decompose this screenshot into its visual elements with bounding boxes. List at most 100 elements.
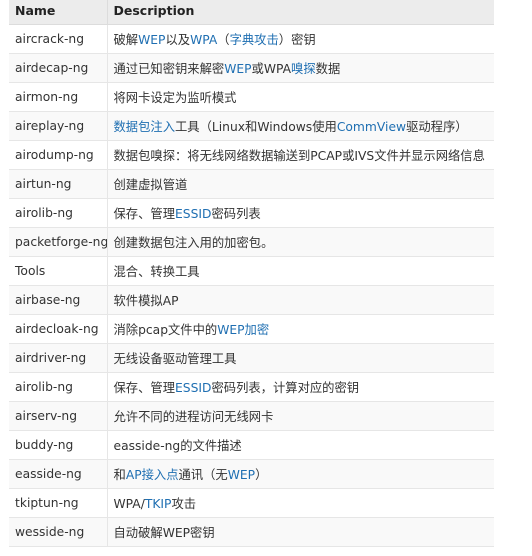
table-row: aircrack-ng 破解WEP以及WPA（字典攻击）密钥: [9, 24, 494, 54]
description-text: 驱动程序）: [406, 120, 468, 134]
table-row: easside-ng 和AP接入点通讯（无WEP）: [9, 459, 494, 489]
tool-description-cell: 保存、管理ESSID密码列表，计算对应的密钥: [106, 372, 494, 402]
description-link[interactable]: WEP: [224, 62, 251, 76]
description-link[interactable]: WEP加密: [217, 323, 269, 337]
table-row: airbase-ng 软件模拟AP: [9, 285, 494, 315]
page: Name Description aircrack-ng 破解WEP以及WPA（字…: [0, 0, 532, 552]
description-text: 密码列表，计算对应的密钥: [211, 381, 360, 395]
tools-table: Name Description aircrack-ng 破解WEP以及WPA（字…: [9, 0, 494, 547]
description-text: 保存、管理: [113, 207, 176, 221]
description-link[interactable]: WEP: [138, 33, 165, 47]
table-row: airdecloak-ng 消除pcap文件中的WEP加密: [9, 314, 494, 344]
description-text: 以及: [165, 33, 191, 47]
tool-description-cell: 和AP接入点通讯（无WEP）: [106, 459, 494, 489]
tool-name-cell: airtun-ng: [9, 169, 107, 199]
description-text: 和: [113, 468, 126, 482]
description-text: 数据包嗅探：将无线网络数据输送到PCAP或IVS文件并显示网络信息: [113, 149, 485, 163]
table-header-row: Name Description: [9, 0, 494, 25]
tool-name-cell: aircrack-ng: [9, 24, 107, 54]
table-row: airserv-ng 允许不同的进程访问无线网卡: [9, 401, 494, 431]
tool-description-cell: WPA/TKIP攻击: [106, 488, 494, 518]
tool-name-cell: airbase-ng: [9, 285, 107, 315]
description-text: 软件模拟AP: [113, 294, 179, 308]
tool-name-cell: airdecap-ng: [9, 53, 107, 83]
tool-name-cell: airdecloak-ng: [9, 314, 107, 344]
table-row: tkiptun-ng WPA/TKIP攻击: [9, 488, 494, 518]
description-text: 创建虚拟管道: [113, 178, 188, 192]
description-text: 将网卡设定为监听模式: [113, 91, 237, 105]
tool-description-cell: 消除pcap文件中的WEP加密: [106, 314, 494, 344]
tool-name-cell: easside-ng: [9, 459, 107, 489]
description-text: 破解: [113, 33, 139, 47]
table-row: airtun-ng 创建虚拟管道: [9, 169, 494, 199]
description-text: 允许不同的进程访问无线网卡: [113, 410, 274, 424]
description-link[interactable]: ESSID: [175, 381, 211, 395]
tool-name-cell: airserv-ng: [9, 401, 107, 431]
tool-description-cell: 创建虚拟管道: [106, 169, 494, 199]
description-link[interactable]: CommView: [337, 120, 406, 134]
description-link[interactable]: AP接入点: [126, 468, 179, 482]
column-header-name: Name: [9, 0, 107, 25]
tool-description-cell: 破解WEP以及WPA（字典攻击）密钥: [106, 24, 494, 54]
tool-name-cell: buddy-ng: [9, 430, 107, 460]
tool-description-cell: 数据包注入工具（Linux和Windows使用CommView驱动程序）: [106, 111, 494, 141]
table-row: packetforge-ng 创建数据包注入用的加密包。: [9, 227, 494, 257]
description-text: 创建数据包注入用的加密包。: [113, 236, 274, 250]
description-text: ）: [255, 468, 268, 482]
table-row: airodump-ng 数据包嗅探：将无线网络数据输送到PCAP或IVS文件并显示…: [9, 140, 494, 170]
description-link[interactable]: 数据包注入: [114, 120, 176, 134]
description-text: 密码列表: [211, 207, 261, 221]
tool-name-cell: Tools: [9, 256, 107, 286]
description-link[interactable]: 嗅探: [291, 62, 316, 76]
table-row: airdriver-ng 无线设备驱动管理工具: [9, 343, 494, 373]
table-row: airmon-ng 将网卡设定为监听模式: [9, 82, 494, 112]
description-link[interactable]: TKIP: [145, 497, 172, 511]
table-row: wesside-ng 自动破解WEP密钥: [9, 517, 494, 547]
tool-name-cell: airodump-ng: [9, 140, 107, 170]
tool-description-cell: easside-ng的文件描述: [106, 430, 494, 460]
description-text: 混合、转换工具: [113, 265, 200, 279]
description-text: （: [217, 33, 230, 47]
description-link[interactable]: ESSID: [175, 207, 211, 221]
table-row: Tools 混合、转换工具: [9, 256, 494, 286]
description-text: 消除pcap文件中的: [113, 323, 218, 337]
description-text: 自动破解WEP密钥: [113, 526, 215, 540]
description-text: WPA/: [113, 497, 145, 511]
description-text: easside-ng的文件描述: [113, 439, 242, 453]
tool-description-cell: 保存、管理ESSID密码列表: [106, 198, 494, 228]
tool-name-cell: airolib-ng: [9, 372, 107, 402]
table-row: buddy-ng easside-ng的文件描述: [9, 430, 494, 460]
description-text: 攻击: [171, 497, 197, 511]
description-text: 通过已知密钥来解密: [113, 62, 225, 76]
description-text: 数据: [315, 62, 341, 76]
tool-description-cell: 软件模拟AP: [106, 285, 494, 315]
tool-description-cell: 无线设备驱动管理工具: [106, 343, 494, 373]
tool-name-cell: airolib-ng: [9, 198, 107, 228]
tool-description-cell: 允许不同的进程访问无线网卡: [106, 401, 494, 431]
description-link[interactable]: WEP: [228, 468, 255, 482]
tool-name-cell: packetforge-ng: [9, 227, 107, 257]
tool-name-cell: airdriver-ng: [9, 343, 107, 373]
tool-description-cell: 自动破解WEP密钥: [106, 517, 494, 547]
tool-description-cell: 混合、转换工具: [106, 256, 494, 286]
column-header-description: Description: [106, 0, 494, 25]
tool-description-cell: 将网卡设定为监听模式: [106, 82, 494, 112]
tool-name-cell: wesside-ng: [9, 517, 107, 547]
description-text: 无线设备驱动管理工具: [113, 352, 237, 366]
description-text: 或WPA: [251, 62, 292, 76]
tool-name-cell: airmon-ng: [9, 82, 107, 112]
tool-name-cell: tkiptun-ng: [9, 488, 107, 518]
table-row: airdecap-ng 通过已知密钥来解密WEP或WPA嗅探数据: [9, 53, 494, 83]
table-row: airolib-ng 保存、管理ESSID密码列表，计算对应的密钥: [9, 372, 494, 402]
tool-description-cell: 创建数据包注入用的加密包。: [106, 227, 494, 257]
description-text: 通讯（无: [178, 468, 228, 482]
table-body: aircrack-ng 破解WEP以及WPA（字典攻击）密钥 airdecap-ng…: [9, 24, 494, 547]
tool-description-cell: 数据包嗅探：将无线网络数据输送到PCAP或IVS文件并显示网络信息: [106, 140, 494, 170]
tool-name-cell: aireplay-ng: [9, 111, 107, 141]
description-text: 保存、管理: [113, 381, 176, 395]
description-text: 工具（Linux和Windows使用: [175, 120, 337, 134]
description-link[interactable]: 字典攻击: [230, 33, 279, 47]
description-link[interactable]: WPA: [190, 33, 217, 47]
description-text: ）密钥: [278, 33, 316, 47]
table-row: airolib-ng 保存、管理ESSID密码列表: [9, 198, 494, 228]
